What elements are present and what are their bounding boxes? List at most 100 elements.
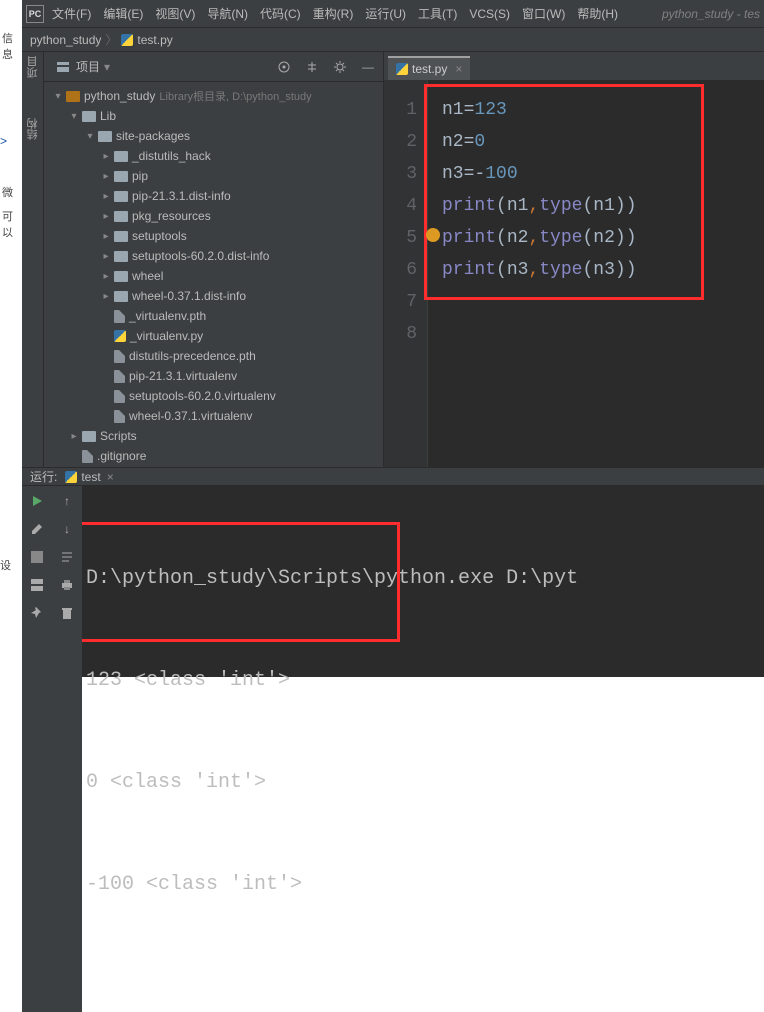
file-icon: [114, 390, 125, 403]
tree-twisty-icon[interactable]: ▾: [84, 130, 96, 142]
tree-twisty-icon[interactable]: ▸: [68, 430, 80, 442]
edit-config-icon[interactable]: [28, 520, 46, 538]
dir-icon: [82, 431, 96, 442]
tree-node[interactable]: ▸ Scripts: [48, 426, 383, 446]
menu-edit[interactable]: 编辑(E): [103, 5, 143, 22]
run-header: 运行: test ×: [22, 468, 764, 486]
tree-node[interactable]: ▸wheel: [48, 266, 383, 286]
tree-node-label: wheel-0.37.1.dist-info: [132, 289, 246, 303]
tree-twisty-icon[interactable]: ▸: [100, 210, 112, 222]
tab-test-py[interactable]: test.py ×: [388, 56, 470, 80]
console-line: -100 <class 'int'>: [86, 868, 760, 902]
tree-twisty-icon[interactable]: [100, 310, 112, 322]
tree-twisty-icon[interactable]: ▸: [100, 270, 112, 282]
menu-help[interactable]: 帮助(H): [577, 5, 618, 22]
menu-tools[interactable]: 工具(T): [418, 5, 457, 22]
trash-icon[interactable]: [58, 604, 76, 622]
menu-run[interactable]: 运行(U): [365, 5, 406, 22]
code-content[interactable]: n1=123n2=0n3=-100print(n1,type(n1))print…: [428, 80, 764, 467]
dir-root-icon: [66, 91, 80, 102]
gear-icon[interactable]: [331, 58, 349, 76]
tree-node[interactable]: .gitignore: [48, 446, 383, 466]
tree-node[interactable]: setuptools-60.2.0.virtualenv: [48, 386, 383, 406]
run-tool-window: 运行: test × ↑ ↓: [22, 467, 764, 677]
soft-wrap-icon[interactable]: [58, 548, 76, 566]
breadcrumb: python_study 〉 test.py: [22, 28, 764, 52]
edge-project-tab[interactable]: 项目: [25, 56, 41, 78]
tree-node[interactable]: ▸_distutils_hack: [48, 146, 383, 166]
expand-all-icon[interactable]: [303, 58, 321, 76]
tree-node[interactable]: ▸pkg_resources: [48, 206, 383, 226]
tree-node[interactable]: ▾site-packages: [48, 126, 383, 146]
tree-twisty-icon[interactable]: ▸: [100, 230, 112, 242]
line-gutter: 12345678: [384, 80, 428, 467]
tree-twisty-icon[interactable]: ▸: [100, 170, 112, 182]
project-tree[interactable]: ▾python_studyLibrary根目录, D:\python_study…: [44, 82, 383, 467]
dir-icon: [114, 231, 128, 242]
ide-body: 项目 结构 项目 ▾ — ▾python_studyLibrary根目录, D:…: [22, 52, 764, 467]
tree-node-label: pip-21.3.1.dist-info: [132, 189, 231, 203]
stop-icon[interactable]: [28, 548, 46, 566]
crumb-file[interactable]: test.py: [137, 33, 172, 47]
intention-bulb-icon[interactable]: [426, 228, 440, 242]
tree-node[interactable]: ▸ wheel-0.37.1.dist-info: [48, 286, 383, 306]
rerun-icon[interactable]: [28, 492, 46, 510]
tree-twisty-icon[interactable]: ▸: [100, 150, 112, 162]
tree-node[interactable]: distutils-precedence.pth: [48, 346, 383, 366]
tree-twisty-icon[interactable]: [100, 390, 112, 402]
code-area[interactable]: 12345678 n1=123n2=0n3=-100print(n1,type(…: [384, 80, 764, 467]
down-stack-icon[interactable]: ↓: [58, 520, 76, 538]
tree-node-label: Scripts: [100, 429, 137, 443]
tree-node[interactable]: ▾Lib: [48, 106, 383, 126]
tree-twisty-icon[interactable]: [100, 350, 112, 362]
run-label: 运行:: [30, 468, 57, 485]
up-stack-icon[interactable]: ↑: [58, 492, 76, 510]
tree-node[interactable]: ▾python_studyLibrary根目录, D:\python_study: [48, 86, 383, 106]
editor: test.py × 12345678 n1=123n2=0n3=-100prin…: [384, 52, 764, 467]
close-icon[interactable]: ×: [455, 62, 462, 76]
code-line[interactable]: [442, 318, 764, 350]
tree-twisty-icon[interactable]: [100, 370, 112, 382]
tree-node[interactable]: pip-21.3.1.virtualenv: [48, 366, 383, 386]
tree-node[interactable]: wheel-0.37.1.virtualenv: [48, 406, 383, 426]
pin-icon[interactable]: [28, 604, 46, 622]
close-icon[interactable]: ×: [107, 470, 114, 484]
console-output[interactable]: D:\python_study\Scripts\python.exe D:\py…: [82, 486, 764, 1012]
dir-icon: [98, 131, 112, 142]
tree-twisty-icon[interactable]: ▸: [100, 190, 112, 202]
tree-twisty-icon[interactable]: [100, 410, 112, 422]
tree-node[interactable]: ▸ pip-21.3.1.dist-info: [48, 186, 383, 206]
tree-node[interactable]: ▸setuptools: [48, 226, 383, 246]
crumb-sep: 〉: [105, 31, 117, 48]
tree-node[interactable]: _virtualenv.pth: [48, 306, 383, 326]
chevron-down-icon[interactable]: ▾: [104, 60, 110, 74]
tree-twisty-icon[interactable]: ▾: [52, 90, 64, 102]
tree-twisty-icon[interactable]: ▸: [100, 290, 112, 302]
crumb-root[interactable]: python_study: [30, 33, 101, 47]
tree-twisty-icon[interactable]: [68, 450, 80, 462]
edge-structure-tab[interactable]: 结构: [25, 118, 41, 140]
dir-icon: [114, 271, 128, 282]
tree-node[interactable]: ▸pip: [48, 166, 383, 186]
line-number: 6: [384, 254, 417, 286]
menu-refactor[interactable]: 重构(R): [313, 5, 354, 22]
locate-icon[interactable]: [275, 58, 293, 76]
menu-nav[interactable]: 导航(N): [207, 5, 248, 22]
tree-node[interactable]: ▸setuptools-60.2.0.dist-info: [48, 246, 383, 266]
tree-twisty-icon[interactable]: ▾: [68, 110, 80, 122]
menu-vcs[interactable]: VCS(S): [469, 7, 510, 21]
tree-twisty-icon[interactable]: [100, 330, 112, 342]
toggle-layout-icon[interactable]: [28, 576, 46, 594]
run-config-name[interactable]: test: [81, 470, 100, 484]
hide-panel-icon[interactable]: —: [359, 58, 377, 76]
menu-file[interactable]: 文件(F): [52, 5, 91, 22]
project-view-icon[interactable]: [54, 58, 72, 76]
tree-twisty-icon[interactable]: ▸: [100, 250, 112, 262]
print-icon[interactable]: [58, 576, 76, 594]
menu-code[interactable]: 代码(C): [260, 5, 301, 22]
project-tool-window: 项目 ▾ — ▾python_studyLibrary根目录, D:\pytho…: [44, 52, 384, 467]
menu-window[interactable]: 窗口(W): [522, 5, 565, 22]
dir-icon: [114, 251, 128, 262]
tree-node[interactable]: _virtualenv.py: [48, 326, 383, 346]
menu-view[interactable]: 视图(V): [155, 5, 195, 22]
